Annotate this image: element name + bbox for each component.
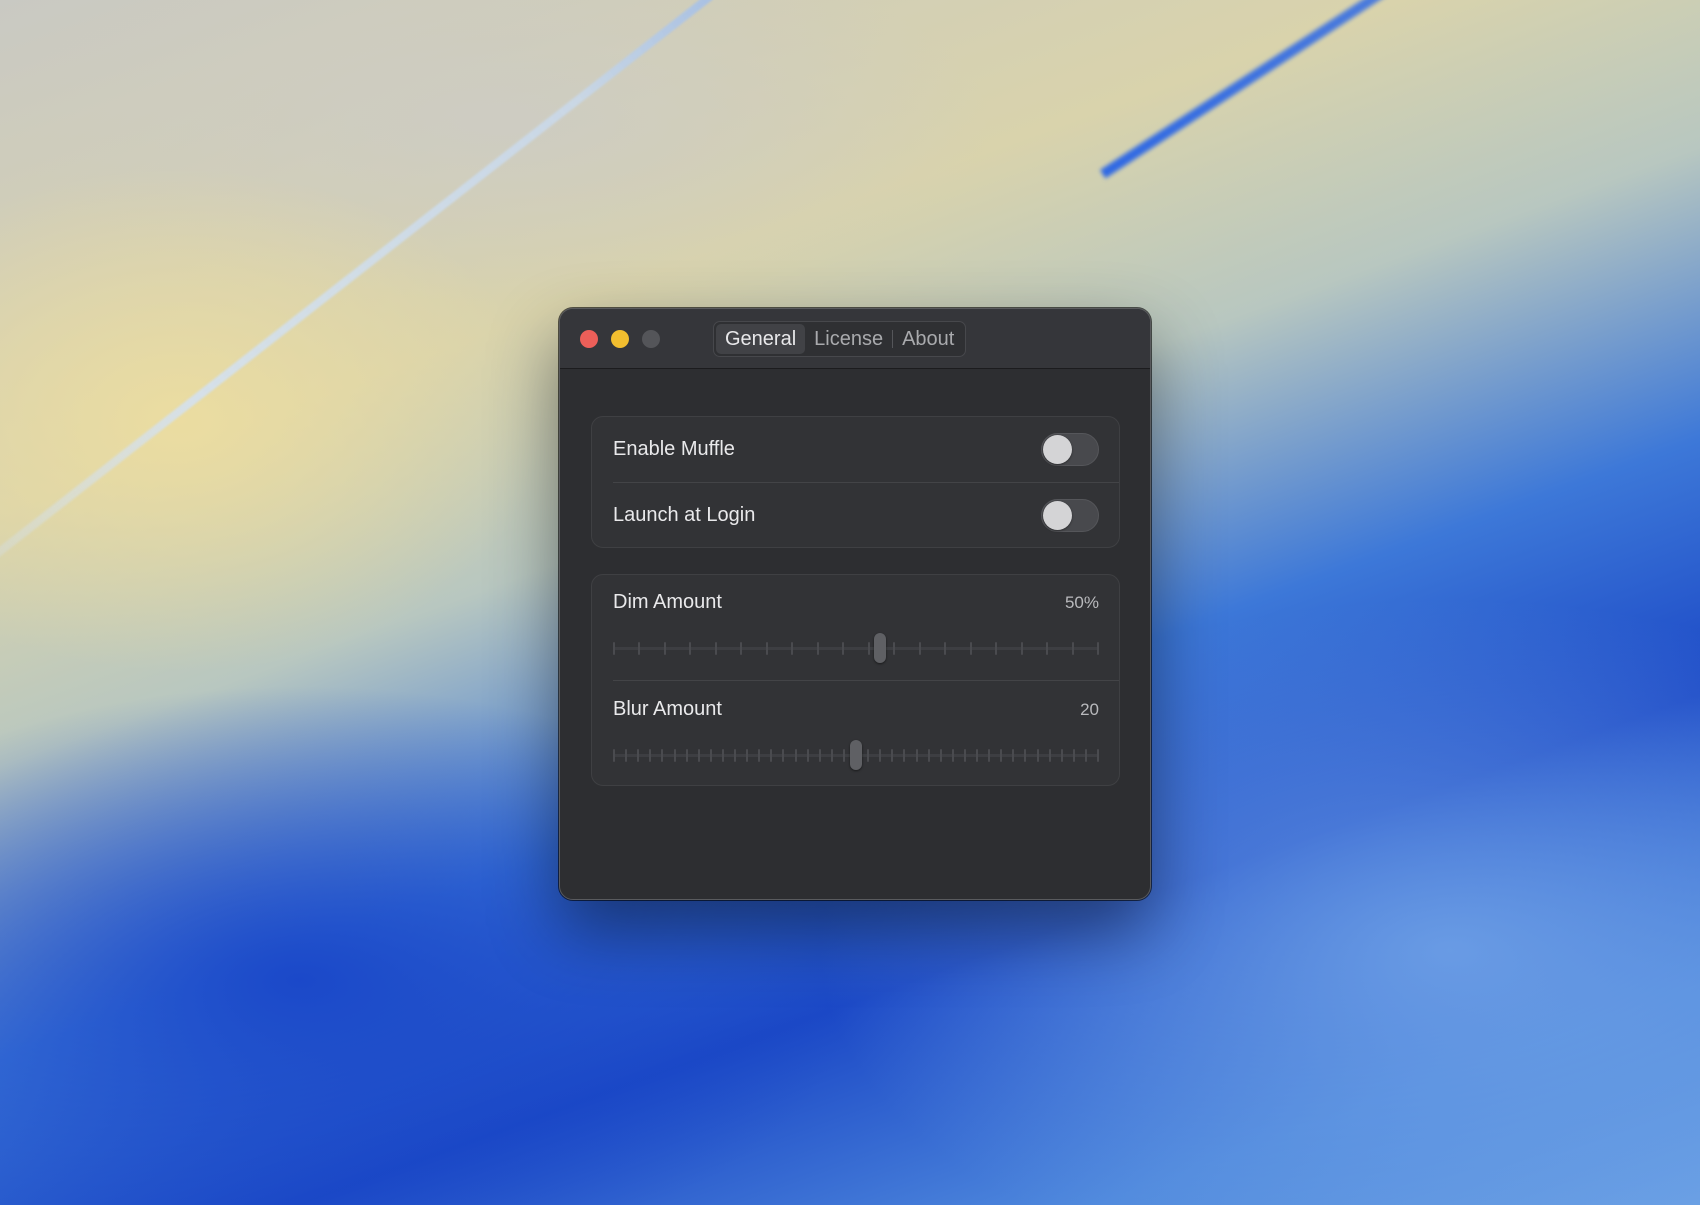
toggle-knob <box>1043 501 1072 530</box>
slider-tick <box>843 749 845 762</box>
slider-tick <box>940 749 942 762</box>
slider-tick <box>952 749 954 762</box>
enable-muffle-toggle[interactable] <box>1041 433 1099 466</box>
slider-tick <box>867 749 869 762</box>
slider-tick <box>664 642 666 655</box>
slider-tick <box>638 642 640 655</box>
slider-tick <box>661 749 663 762</box>
dim-amount-slider[interactable] <box>613 633 1099 663</box>
slider-tick <box>625 749 627 762</box>
slider-tick <box>976 749 978 762</box>
slider-tick <box>613 749 615 762</box>
slider-tick <box>613 642 615 655</box>
slider-tick <box>1061 749 1063 762</box>
tab-license[interactable]: License <box>805 324 892 354</box>
slider-tick <box>689 642 691 655</box>
slider-tick <box>995 642 997 655</box>
slider-tick <box>1046 642 1048 655</box>
slider-tick <box>686 749 688 762</box>
slider-tick <box>807 749 809 762</box>
blur-amount-label: Blur Amount <box>613 698 722 720</box>
slider-tick <box>916 749 918 762</box>
close-button[interactable] <box>580 330 598 348</box>
settings-window: General License About Enable Muffle Laun… <box>559 308 1151 900</box>
slider-tick <box>637 749 639 762</box>
slider-tick <box>944 642 946 655</box>
slider-tick <box>1021 642 1023 655</box>
desktop-wallpaper: General License About Enable Muffle Laun… <box>0 0 1700 1205</box>
slider-tick <box>1024 749 1026 762</box>
slider-tick <box>928 749 930 762</box>
slider-tick <box>970 642 972 655</box>
toggle-knob <box>1043 435 1072 464</box>
launch-at-login-label: Launch at Login <box>613 504 756 526</box>
slider-tick <box>891 749 893 762</box>
launch-at-login-toggle[interactable] <box>1041 499 1099 532</box>
slider-tick <box>1000 749 1002 762</box>
slider-group: Dim Amount 50% Blur Amount 20 <box>591 574 1120 786</box>
zoom-button <box>642 330 660 348</box>
slider-tick <box>1049 749 1051 762</box>
slider-tick <box>903 749 905 762</box>
launch-at-login-row: Launch at Login <box>592 482 1119 547</box>
slider-tick <box>758 749 760 762</box>
slider-tick <box>868 642 870 655</box>
slider-tick <box>1073 749 1075 762</box>
slider-tick <box>746 749 748 762</box>
toggle-group: Enable Muffle Launch at Login <box>591 416 1120 548</box>
slider-tick <box>734 749 736 762</box>
slider-tick <box>831 749 833 762</box>
tab-control: General License About <box>713 321 967 357</box>
dim-amount-value: 50% <box>1064 593 1099 612</box>
dim-amount-label: Dim Amount <box>613 591 722 613</box>
title-bar: General License About <box>560 309 1150 369</box>
slider-tick <box>1085 749 1087 762</box>
slider-tick <box>893 642 895 655</box>
slider-tick <box>791 642 793 655</box>
slider-tick <box>817 642 819 655</box>
slider-tick <box>1097 749 1099 762</box>
tab-about[interactable]: About <box>893 324 963 354</box>
blur-amount-value: 20 <box>1080 700 1099 719</box>
slider-tick <box>649 749 651 762</box>
slider-tick <box>964 749 966 762</box>
slider-tick <box>795 749 797 762</box>
slider-tick <box>698 749 700 762</box>
minimize-button[interactable] <box>611 330 629 348</box>
slider-tick <box>1097 642 1099 655</box>
slider-tick <box>842 642 844 655</box>
slider-tick <box>710 749 712 762</box>
slider-tick <box>1072 642 1074 655</box>
slider-thumb[interactable] <box>850 740 862 770</box>
slider-tick <box>722 749 724 762</box>
slider-tick <box>819 749 821 762</box>
slider-tick <box>674 749 676 762</box>
wallpaper-blue-streak <box>1100 0 1700 179</box>
slider-tick <box>988 749 990 762</box>
slider-tick <box>1012 749 1014 762</box>
slider-tick <box>770 749 772 762</box>
slider-tick <box>715 642 717 655</box>
slider-ticks <box>613 642 1099 655</box>
tab-general[interactable]: General <box>716 324 806 354</box>
blur-amount-row: Blur Amount 20 <box>592 680 1119 785</box>
slider-tick <box>740 642 742 655</box>
enable-muffle-row: Enable Muffle <box>592 417 1119 482</box>
blur-amount-slider[interactable] <box>613 740 1099 770</box>
enable-muffle-label: Enable Muffle <box>613 438 735 460</box>
slider-tick <box>1037 749 1039 762</box>
slider-thumb[interactable] <box>874 633 886 663</box>
dim-amount-row: Dim Amount 50% <box>592 575 1119 680</box>
slider-tick <box>879 749 881 762</box>
slider-tick <box>766 642 768 655</box>
slider-tick <box>919 642 921 655</box>
slider-tick <box>782 749 784 762</box>
